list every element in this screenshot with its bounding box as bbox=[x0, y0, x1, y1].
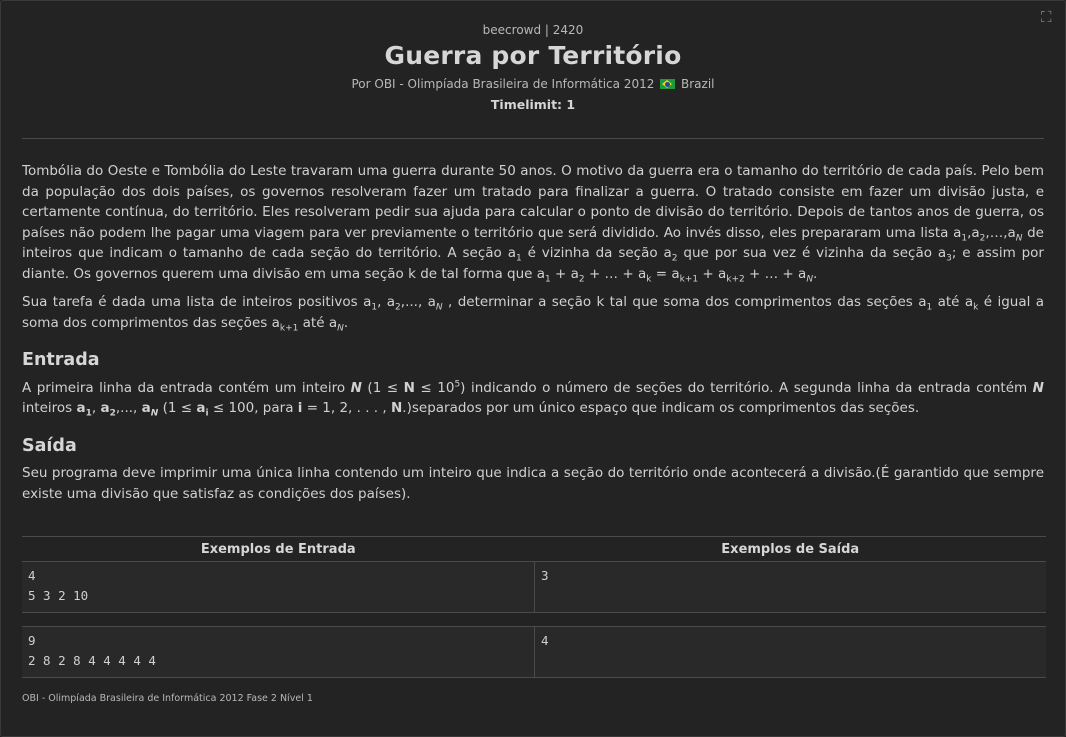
problem-statement: Tombólia do Oeste e Tombólia do Leste tr… bbox=[22, 161, 1044, 512]
input-heading: Entrada bbox=[22, 350, 100, 370]
brazil-flag-icon bbox=[660, 79, 676, 89]
example-input: 9 2 8 2 8 4 4 4 4 4 bbox=[22, 626, 535, 678]
author-label: Por OBI - Olimpíada Brasileira de Inform… bbox=[351, 77, 655, 91]
timelimit: Timelimit: 1 bbox=[490, 97, 576, 112]
examples-input-header: Exemplos de Entrada bbox=[22, 536, 535, 562]
task-paragraph: Sua tarefa é dada uma lista de inteiros … bbox=[22, 294, 1044, 334]
examples-table-2: 9 2 8 2 8 4 4 4 4 4 4 bbox=[22, 626, 1046, 678]
example-output: 4 bbox=[534, 626, 1046, 678]
table-row: 9 2 8 2 8 4 4 4 4 4 4 bbox=[22, 626, 1046, 678]
page-title: Guerra por Território bbox=[384, 41, 682, 70]
divider bbox=[22, 138, 1044, 139]
examples-table: Exemplos de Entrada Exemplos de Saída 4 … bbox=[22, 536, 1046, 613]
output-paragraph: Seu programa deve imprimir uma única lin… bbox=[22, 465, 1044, 502]
examples-output-header: Exemplos de Saída bbox=[534, 536, 1046, 562]
table-row: 4 5 3 2 10 3 bbox=[22, 561, 1046, 613]
problem-header: beecrowd | 2420 Guerra por Território Po… bbox=[1, 23, 1065, 112]
input-paragraph: A primeira linha da entrada contém um in… bbox=[22, 379, 1044, 419]
problem-author: Por OBI - Olimpíada Brasileira de Inform… bbox=[1, 77, 1065, 91]
example-output: 3 bbox=[534, 561, 1046, 613]
problem-card: ⛶ beecrowd | 2420 Guerra por Território … bbox=[0, 0, 1066, 737]
author-country: Brazil bbox=[681, 77, 715, 91]
description-paragraph: Tombólia do Oeste e Tombólia do Leste tr… bbox=[22, 163, 1044, 285]
problem-footer: OBI - Olimpíada Brasileira de Informátic… bbox=[22, 693, 313, 704]
output-heading: Saída bbox=[22, 435, 77, 456]
example-input: 4 5 3 2 10 bbox=[22, 561, 535, 613]
problem-source: beecrowd | 2420 bbox=[482, 23, 584, 37]
